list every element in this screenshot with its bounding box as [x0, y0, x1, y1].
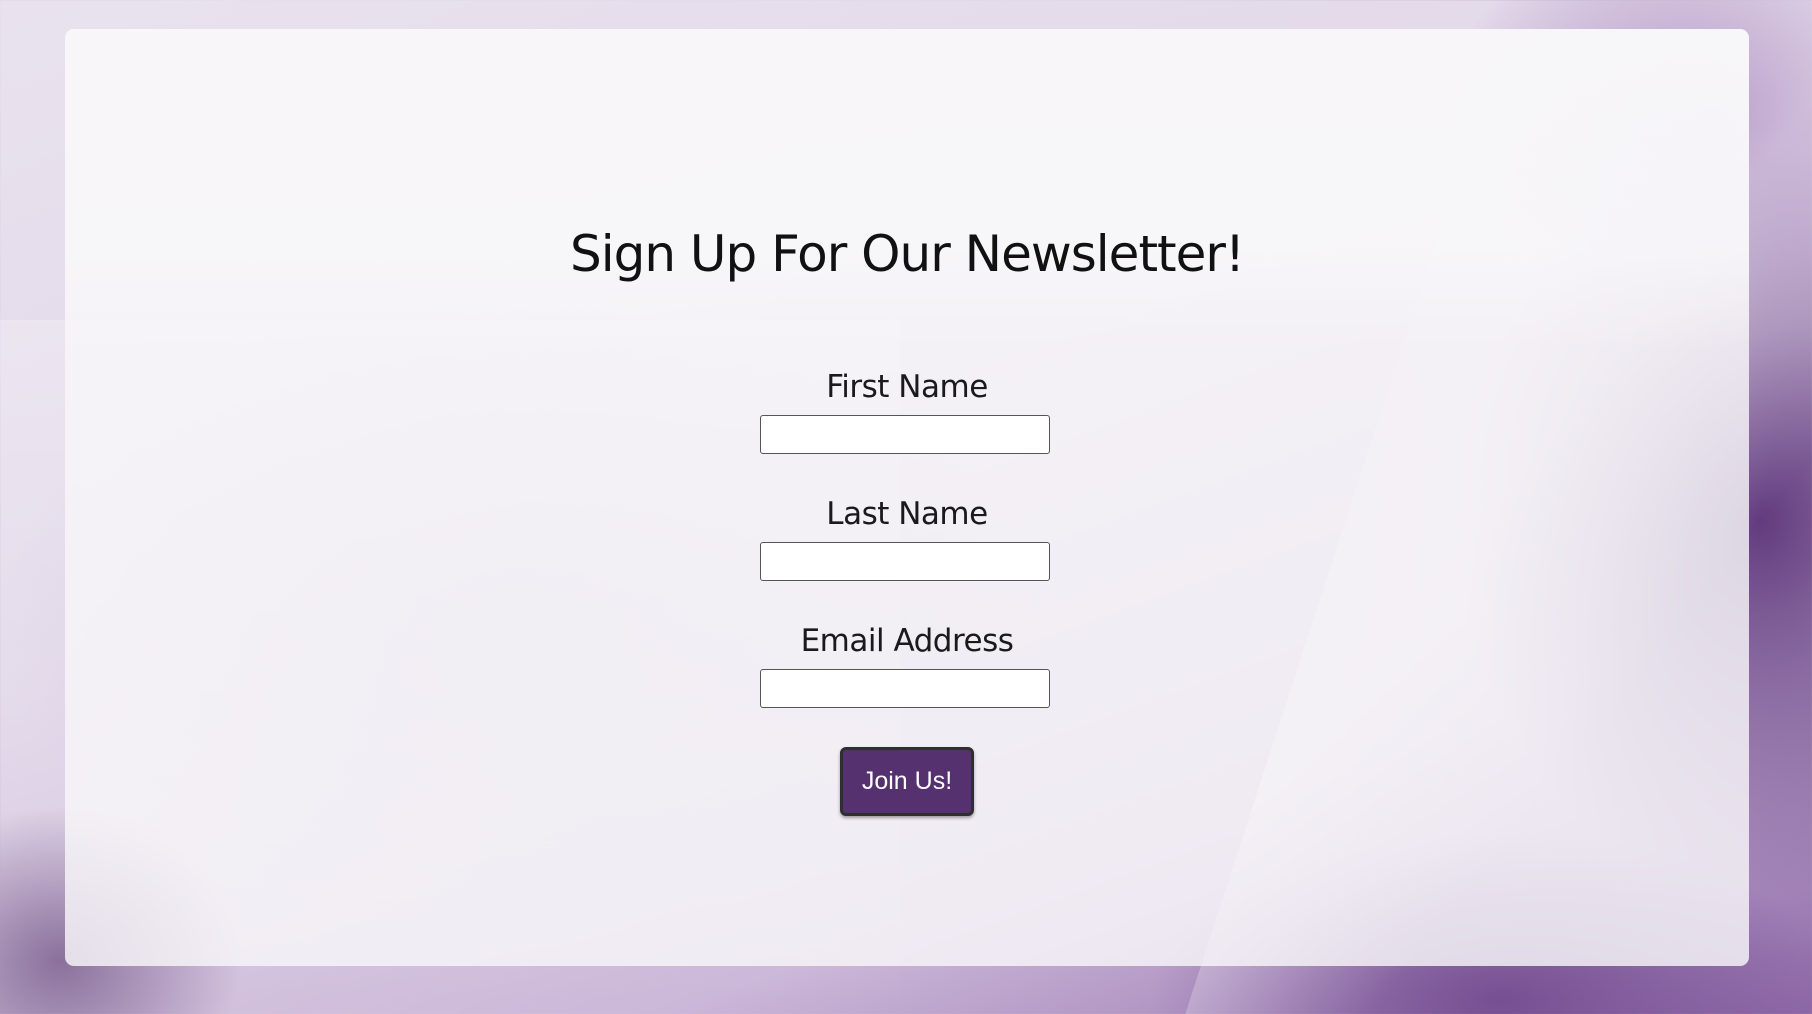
last-name-input[interactable]: [760, 542, 1050, 581]
email-address-label: Email Address: [800, 623, 1014, 659]
email-address-input[interactable]: [760, 669, 1050, 708]
newsletter-form: Sign Up For Our Newsletter! First Name L…: [65, 29, 1749, 966]
first-name-input[interactable]: [760, 415, 1050, 454]
last-name-label: Last Name: [826, 496, 988, 532]
page-title: Sign Up For Our Newsletter!: [569, 225, 1245, 283]
first-name-label: First Name: [826, 369, 988, 405]
join-us-button[interactable]: Join Us!: [840, 747, 974, 816]
